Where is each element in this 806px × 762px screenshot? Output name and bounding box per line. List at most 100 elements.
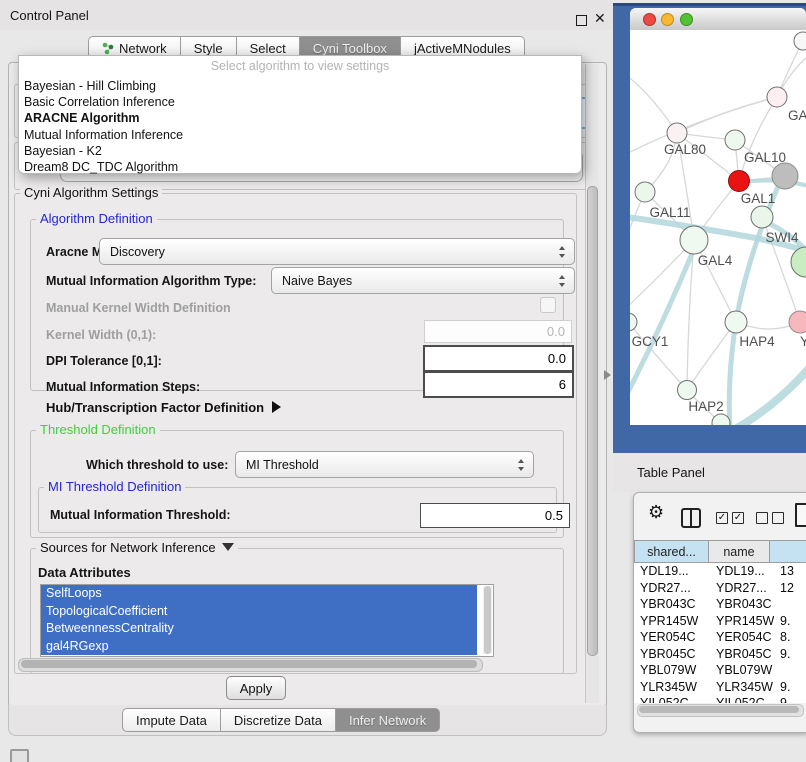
- network-node[interactable]: [794, 32, 806, 50]
- table-row[interactable]: YBR043CYBR043C: [634, 596, 806, 613]
- control-panel-titlebar: [0, 0, 613, 30]
- network-node-label: GAL80: [664, 142, 706, 157]
- network-node-gal80[interactable]: [667, 123, 687, 143]
- disclosure-down-icon[interactable]: [222, 543, 234, 551]
- network-node-gal11[interactable]: [635, 182, 655, 202]
- stepper-icon[interactable]: [559, 275, 566, 287]
- table-cell: [774, 662, 780, 679]
- minimized-panel-icon[interactable]: [10, 749, 29, 762]
- algorithm-option-basic-correlation-inference[interactable]: Basic Correlation Inference: [19, 94, 581, 110]
- which-threshold-combo[interactable]: MI Threshold: [235, 451, 534, 478]
- table-row[interactable]: YLR345WYLR345W9.: [634, 679, 806, 696]
- unchecked-columns-icon[interactable]: [756, 512, 784, 524]
- table-cell: [774, 596, 780, 613]
- kernel-width-field[interactable]: 0.0: [424, 320, 572, 343]
- splitter-collapse-icon[interactable]: [604, 370, 611, 380]
- data-attributes-label: Data Attributes: [38, 565, 131, 580]
- algorithm-option-dream8-dc-tdc-algorithm[interactable]: Dream8 DC_TDC Algorithm: [19, 159, 581, 175]
- sources-title-text: Sources for Network Inference: [40, 540, 216, 555]
- network-edge-highlighted[interactable]: [630, 244, 696, 400]
- network-window[interactable]: GALGAL80GAL10GAL1GAL11SWI4GAL4GCY1HAP4YH…: [630, 8, 806, 425]
- network-node-hap2[interactable]: [678, 381, 697, 400]
- algorithm-option-bayesian-k2[interactable]: Bayesian - K2: [19, 143, 581, 159]
- network-node-gal4[interactable]: [680, 226, 708, 254]
- close-panel-icon[interactable]: ✕: [594, 10, 606, 27]
- column-header-2[interactable]: [770, 540, 806, 563]
- table-cell: 8.: [774, 629, 790, 646]
- table-cell: YPR145W: [634, 613, 712, 630]
- table-row[interactable]: YER054CYER054C8.: [634, 629, 806, 646]
- network-edge[interactable]: [677, 97, 777, 133]
- table-row[interactable]: YBR045CYBR045C9.: [634, 646, 806, 663]
- apply-button[interactable]: Apply: [226, 676, 286, 700]
- panel-scrollbar-thumb[interactable]: [587, 186, 598, 656]
- checked-columns-icon[interactable]: ✓ ✓: [716, 512, 744, 524]
- dpi-tolerance-field[interactable]: 0.0: [423, 345, 574, 372]
- attribute-item-gal4rgexp[interactable]: gal4RGexp: [41, 638, 477, 656]
- attribute-item-betweennesscentrality[interactable]: BetweennessCentrality: [41, 620, 477, 638]
- network-node[interactable]: [791, 247, 806, 277]
- sources-title[interactable]: Sources for Network Inference: [36, 541, 238, 554]
- manual-kernel-checkbox[interactable]: [540, 297, 556, 313]
- sources-horizontal-scrollbar[interactable]: [18, 658, 483, 672]
- close-window-icon[interactable]: [643, 13, 656, 26]
- gear-icon[interactable]: ⚙: [648, 503, 664, 521]
- tab-select-label: Select: [250, 41, 286, 56]
- hub-tf-disclosure[interactable]: Hub/Transcription Factor Definition: [46, 400, 281, 415]
- table-cell: YIL052C: [634, 695, 712, 703]
- tab-impute-data[interactable]: Impute Data: [122, 708, 221, 732]
- network-edge[interactable]: [630, 192, 645, 262]
- network-node-label: HAP2: [688, 399, 723, 414]
- panel-vertical-scrollbar[interactable]: [585, 64, 599, 703]
- attribute-item-topologicalcoefficient[interactable]: TopologicalCoefficient: [41, 603, 477, 621]
- network-node-label: GAL10: [744, 150, 786, 165]
- float-panel-icon[interactable]: [576, 15, 587, 26]
- attribute-item-selfloops[interactable]: SelfLoops: [41, 585, 477, 603]
- table-cell: YBR045C: [634, 646, 712, 663]
- tab-infer-network[interactable]: Infer Network: [336, 708, 440, 732]
- network-edge-highlighted[interactable]: [730, 360, 806, 425]
- network-node-swi4[interactable]: [751, 206, 773, 228]
- table-row[interactable]: YBL079WYBL079W: [634, 662, 806, 679]
- network-icon: [102, 42, 114, 55]
- network-node-label: GAL1: [741, 191, 776, 206]
- network-node-gal[interactable]: [767, 87, 787, 107]
- table-row[interactable]: YIL052CYIL052C9.: [634, 695, 806, 703]
- stepper-icon[interactable]: [559, 246, 566, 258]
- table-scrollbar-thumb[interactable]: [639, 706, 799, 713]
- list-vertical-scrollbar[interactable]: [483, 586, 492, 654]
- minimize-window-icon[interactable]: [661, 13, 674, 26]
- table-row[interactable]: YDR27...YDR27...12: [634, 580, 806, 597]
- mi-type-combo[interactable]: Naive Bayes: [271, 267, 575, 294]
- disclosure-right-icon[interactable]: [272, 401, 281, 413]
- column-header-name[interactable]: name: [709, 540, 770, 563]
- sources-scrollbar-thumb[interactable]: [21, 660, 477, 668]
- network-window-titlebar[interactable]: [630, 8, 806, 31]
- hub-tf-label: Hub/Transcription Factor Definition: [46, 400, 264, 415]
- list-scrollbar-thumb[interactable]: [484, 586, 491, 654]
- network-canvas[interactable]: GALGAL80GAL10GAL1GAL11SWI4GAL4GCY1HAP4YH…: [630, 30, 806, 425]
- document-icon[interactable]: [795, 503, 806, 527]
- network-node-gal10[interactable]: [725, 130, 745, 150]
- table-row[interactable]: YPR145WYPR145W9.: [634, 613, 806, 630]
- table-row[interactable]: YDL19...YDL19...13: [634, 563, 806, 580]
- manual-kernel-label: Manual Kernel Width Definition: [46, 301, 231, 315]
- network-edge[interactable]: [630, 72, 677, 133]
- network-node-gal1[interactable]: [729, 171, 750, 192]
- network-node-hap4[interactable]: [725, 311, 747, 333]
- tab-discretize-data[interactable]: Discretize Data: [221, 708, 336, 732]
- algorithm-option-mutual-information-inference[interactable]: Mutual Information Inference: [19, 127, 581, 143]
- mi-steps-field[interactable]: 6: [423, 371, 574, 398]
- network-node-gcy1[interactable]: [630, 313, 637, 331]
- table-horizontal-scrollbar[interactable]: [637, 704, 804, 717]
- algorithm-option-bayesian-hill-climbing[interactable]: Bayesian - Hill Climbing: [19, 78, 581, 94]
- mi-threshold-field[interactable]: 0.5: [420, 503, 570, 528]
- network-node-y[interactable]: [789, 311, 806, 333]
- aracne-mode-combo[interactable]: Discovery: [99, 238, 575, 265]
- column-layout-icon[interactable]: [681, 508, 701, 528]
- stepper-icon[interactable]: [518, 459, 525, 471]
- column-header-shared-[interactable]: shared...: [634, 540, 709, 563]
- zoom-window-icon[interactable]: [680, 13, 693, 26]
- network-node[interactable]: [772, 163, 798, 189]
- algorithm-option-aracne-algorithm[interactable]: ARACNE Algorithm: [19, 110, 581, 126]
